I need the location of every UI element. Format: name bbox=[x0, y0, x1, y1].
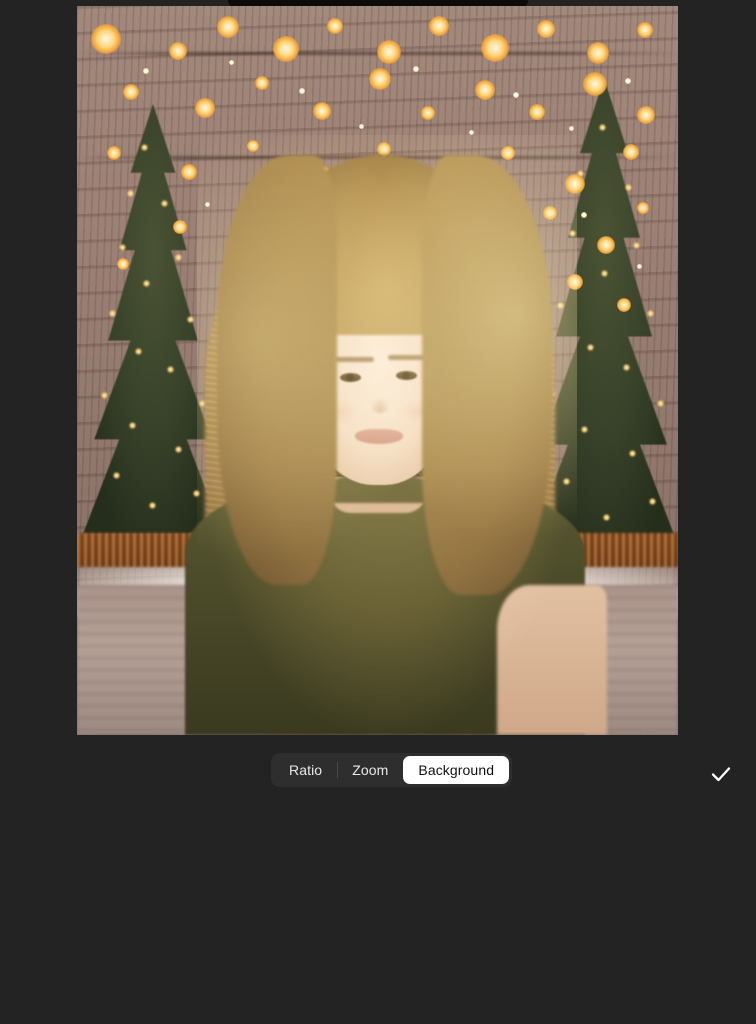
eye-left bbox=[340, 373, 361, 382]
mode-tabbar: Ratio Zoom Background bbox=[0, 749, 756, 793]
tab-zoom[interactable]: Zoom bbox=[337, 756, 403, 784]
photo-subject bbox=[77, 115, 678, 735]
mouth bbox=[355, 429, 403, 444]
tab-background[interactable]: Background bbox=[403, 756, 510, 784]
nose bbox=[370, 397, 390, 413]
shoulder-right bbox=[497, 585, 607, 735]
photo-canvas[interactable] bbox=[77, 6, 678, 735]
confirm-button[interactable] bbox=[704, 759, 738, 789]
tab-ratio[interactable]: Ratio bbox=[274, 756, 337, 784]
editor-panel: Ratio Zoom Background BLUR bbox=[0, 737, 756, 1024]
hair-front-left bbox=[217, 155, 337, 585]
mode-segmented-control[interactable]: Ratio Zoom Background bbox=[271, 753, 513, 787]
canvas-area bbox=[0, 0, 756, 737]
hair-front-right bbox=[422, 155, 552, 595]
eyebrow-left bbox=[334, 357, 374, 362]
eye-right bbox=[396, 371, 417, 380]
photo-editor-screen: Ratio Zoom Background BLUR bbox=[0, 0, 756, 1024]
checkmark-icon bbox=[711, 767, 731, 782]
